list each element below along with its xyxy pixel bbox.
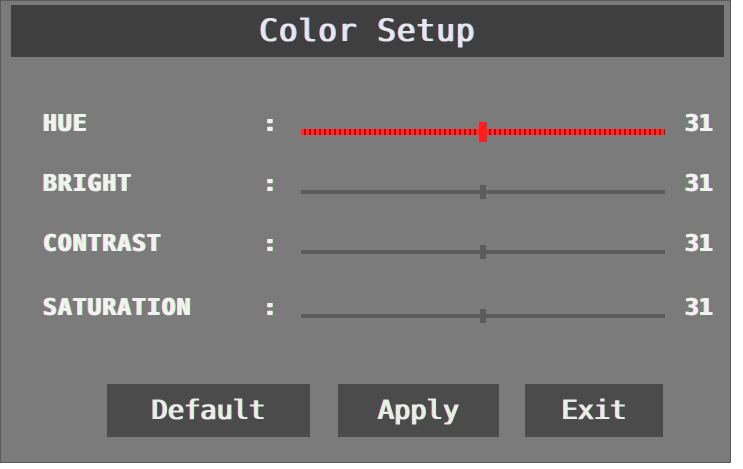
saturation-slider[interactable] xyxy=(301,309,665,323)
title-bar: Color Setup xyxy=(11,5,724,57)
hue-colon: : xyxy=(263,111,277,137)
bright-slider-thumb[interactable] xyxy=(480,185,486,199)
saturation-value: 31 xyxy=(685,295,713,321)
bright-label: BRIGHT xyxy=(43,171,133,197)
contrast-row[interactable]: CONTRAST : 31 xyxy=(1,227,732,267)
contrast-label: CONTRAST xyxy=(43,231,162,257)
saturation-slider-thumb[interactable] xyxy=(480,309,486,323)
saturation-row[interactable]: SATURATION : 31 xyxy=(1,291,732,331)
bright-colon: : xyxy=(263,171,277,197)
color-setup-panel: Color Setup HUE : 31 BRIGHT : 31 CONTRAS… xyxy=(0,0,731,463)
page-title: Color Setup xyxy=(259,13,476,49)
hue-label: HUE xyxy=(43,111,88,137)
bright-slider[interactable] xyxy=(301,185,665,199)
contrast-slider[interactable] xyxy=(301,245,665,259)
saturation-label: SATURATION xyxy=(43,295,192,321)
hue-slider-thumb[interactable] xyxy=(479,122,487,142)
saturation-colon: : xyxy=(263,295,277,321)
hue-value: 31 xyxy=(685,111,713,137)
exit-button[interactable]: Exit xyxy=(525,384,663,437)
bright-row[interactable]: BRIGHT : 31 xyxy=(1,167,732,207)
bright-value: 31 xyxy=(685,171,713,197)
hue-slider[interactable] xyxy=(301,122,665,142)
default-button[interactable]: Default xyxy=(107,384,310,437)
contrast-value: 31 xyxy=(685,231,713,257)
contrast-slider-thumb[interactable] xyxy=(480,245,486,259)
hue-row[interactable]: HUE : 31 xyxy=(1,107,732,147)
apply-button[interactable]: Apply xyxy=(338,384,499,437)
contrast-colon: : xyxy=(263,231,277,257)
